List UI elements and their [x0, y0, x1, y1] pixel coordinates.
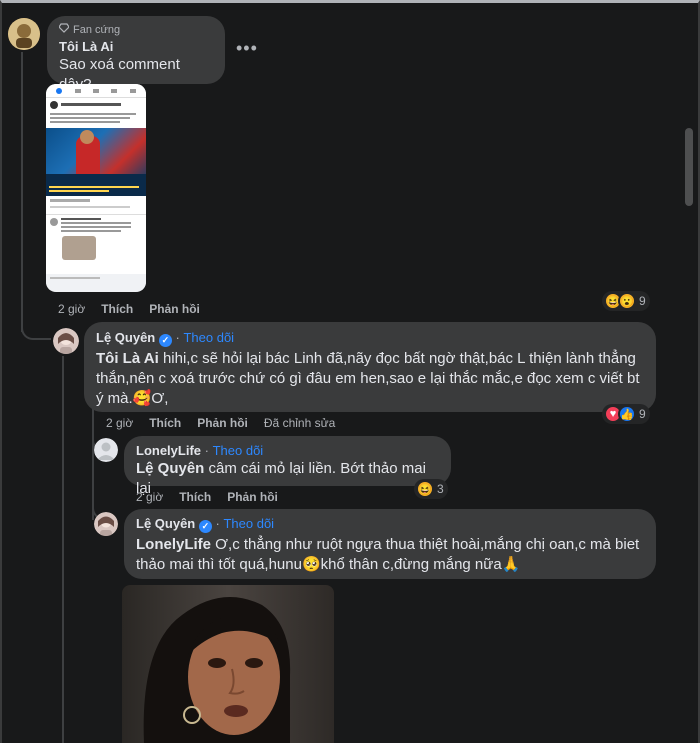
thread-connector [21, 326, 51, 340]
mini-post-photo [46, 128, 146, 184]
comment-actions: 2 giờ Thích Phản hồi [58, 302, 200, 316]
reaction-count: 9 [639, 407, 646, 421]
edited-label: Đã chỉnh sửa [263, 416, 336, 430]
mini-caption [46, 184, 146, 196]
verified-icon: ✓ [158, 334, 172, 347]
attached-photo[interactable] [122, 585, 334, 743]
timestamp[interactable]: 2 giờ [136, 490, 163, 504]
comment-body: Ơ,c thẳng như ruột ngựa thua thiệt hoài,… [136, 536, 640, 573]
mention-link[interactable]: Tôi Là Ai [96, 350, 159, 367]
author-line: Lệ Quyên ✓ · Theo dõi [136, 516, 644, 533]
like-button[interactable]: Thích [149, 416, 181, 430]
comment-bubble: Lệ Quyên ✓ · Theo dõi LonelyLife Ơ,c thẳ… [124, 509, 656, 579]
reaction-summary[interactable]: 😆 😮 9 [602, 291, 650, 311]
mini-post-header [46, 98, 146, 128]
comment-body: hihi,c sẽ hỏi lại bác Linh đã,nãy đọc bấ… [96, 350, 640, 407]
reply-button[interactable]: Phản hồi [149, 302, 200, 316]
author-name[interactable]: LonelyLife [136, 443, 201, 458]
attached-image[interactable] [46, 84, 146, 292]
follow-button[interactable]: Theo dõi [213, 443, 264, 458]
reaction-count: 9 [639, 294, 646, 308]
author-name[interactable]: Tôi Là Ai [59, 39, 213, 54]
like-button[interactable]: Thích [179, 490, 211, 504]
badge-label: Fan cứng [73, 23, 121, 36]
mini-actions [46, 196, 146, 214]
separator: · [215, 516, 220, 531]
author-name[interactable]: Lệ Quyên [96, 330, 155, 345]
thread-line [21, 52, 23, 332]
reaction-summary[interactable]: ♥ 👍 9 [602, 404, 650, 424]
more-options-button[interactable]: ••• [236, 38, 258, 59]
haha-icon: 😆 [416, 480, 434, 498]
mini-comment [46, 214, 146, 274]
comment-bubble: Lệ Quyên ✓ · Theo dõi Tôi Là Ai hihi,c s… [84, 322, 656, 412]
woman-photo-icon [122, 585, 334, 743]
like-icon: 👍 [618, 405, 636, 423]
mini-footer [46, 274, 146, 290]
wow-icon: 😮 [618, 292, 636, 310]
verified-icon: ✓ [198, 520, 212, 533]
comment-text: LonelyLife Ơ,c thẳng như ruột ngựa thua … [136, 535, 644, 575]
author-line: LonelyLife · Theo dõi [136, 443, 439, 458]
avatar[interactable] [94, 438, 118, 462]
comment-bubble: LonelyLife · Theo dõi Lệ Quyên câm cái m… [124, 436, 451, 497]
reaction-summary[interactable]: 😆 3 [414, 479, 448, 499]
like-button[interactable]: Thích [101, 302, 133, 316]
thread-line [62, 356, 64, 743]
avatar[interactable] [8, 18, 40, 50]
timestamp[interactable]: 2 giờ [106, 416, 133, 430]
follow-button[interactable]: Theo dõi [223, 516, 274, 531]
avatar[interactable] [53, 328, 79, 354]
mini-nav [46, 84, 146, 98]
author-line: Lệ Quyên ✓ · Theo dõi [96, 330, 644, 347]
comment-actions: 2 giờ Thích Phản hồi [136, 490, 278, 504]
comment-text: Tôi Là Ai hihi,c sẽ hỏi lại bác Linh đã,… [96, 349, 644, 409]
author-name[interactable]: Lệ Quyên [136, 516, 195, 531]
comment-actions: 2 giờ Thích Phản hồi Đã chỉnh sửa [106, 416, 335, 430]
follow-button[interactable]: Theo dõi [183, 330, 234, 345]
reply-button[interactable]: Phản hồi [227, 490, 278, 504]
reply-button[interactable]: Phản hồi [197, 416, 248, 430]
reaction-count: 3 [437, 482, 444, 496]
mention-link[interactable]: LonelyLife [136, 536, 211, 553]
comment-bubble: Fan cứng Tôi Là Ai Sao xoá comment dậy? [47, 16, 225, 93]
mention-link[interactable]: Lệ Quyên [136, 460, 204, 477]
diamond-icon [58, 23, 70, 36]
timestamp[interactable]: 2 giờ [58, 302, 85, 316]
separator: · [175, 330, 180, 345]
separator: · [204, 443, 209, 458]
avatar[interactable] [94, 512, 118, 536]
scrollbar-thumb[interactable] [685, 128, 693, 206]
fan-badge: Fan cứng [58, 23, 213, 36]
